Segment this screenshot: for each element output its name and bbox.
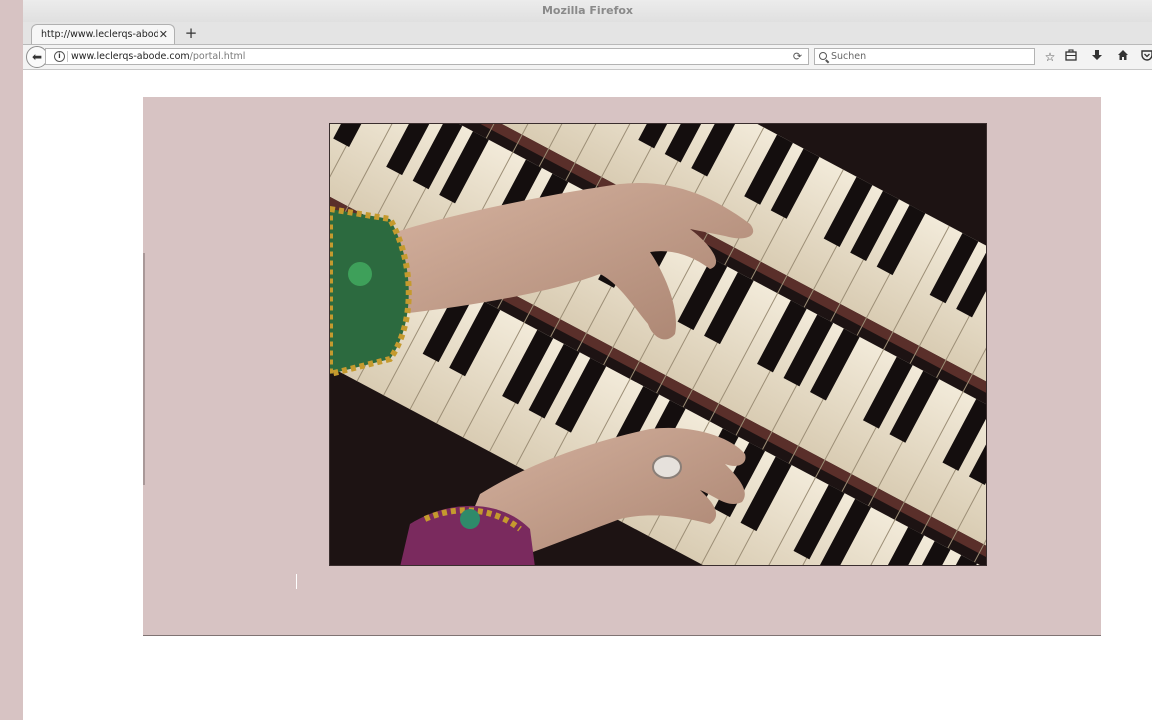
tab-portal[interactable]: http://www.leclerqs-abode.com/portal.htm… bbox=[31, 24, 175, 44]
info-icon[interactable]: i bbox=[54, 51, 65, 62]
bookmark-star-icon[interactable]: ☆ bbox=[1041, 48, 1059, 66]
library-icon[interactable] bbox=[1062, 48, 1080, 66]
page-content bbox=[23, 70, 1152, 720]
tab-bar: http://www.leclerqs-abode.com/portal.htm… bbox=[23, 22, 1152, 45]
search-placeholder: Suchen bbox=[831, 51, 867, 62]
text-cursor bbox=[296, 574, 297, 589]
browser-window: Mozilla Firefox http://www.leclerqs-abod… bbox=[23, 0, 1152, 720]
url-path: /portal.html bbox=[189, 51, 246, 62]
tab-close-icon[interactable]: ✕ bbox=[159, 25, 168, 44]
download-icon[interactable] bbox=[1088, 48, 1106, 66]
new-tab-icon[interactable]: + bbox=[183, 23, 199, 43]
search-input[interactable]: Suchen bbox=[814, 48, 1035, 65]
home-icon[interactable] bbox=[1114, 48, 1132, 66]
url-text[interactable]: www.leclerqs-abode.com/portal.html bbox=[71, 49, 245, 64]
content-panel bbox=[143, 97, 1101, 636]
url-bar[interactable]: i www.leclerqs-abode.com/portal.html bbox=[45, 48, 809, 65]
reload-icon[interactable]: ⟳ bbox=[787, 48, 809, 65]
panel-edge-line bbox=[143, 253, 145, 485]
pocket-icon[interactable] bbox=[1138, 48, 1152, 66]
url-host: www.leclerqs-abode.com bbox=[71, 51, 190, 62]
window-title: Mozilla Firefox bbox=[541, 4, 634, 17]
organ-keyboards-hands-image bbox=[329, 123, 987, 566]
tab-title: http://www.leclerqs-abode.com/portal.htm… bbox=[41, 29, 158, 40]
url-divider bbox=[67, 51, 68, 62]
search-icon bbox=[819, 52, 827, 60]
navigation-toolbar: ⬅ i www.leclerqs-abode.com/portal.html ⟳… bbox=[23, 45, 1152, 70]
window-titlebar: Mozilla Firefox bbox=[23, 0, 1152, 22]
